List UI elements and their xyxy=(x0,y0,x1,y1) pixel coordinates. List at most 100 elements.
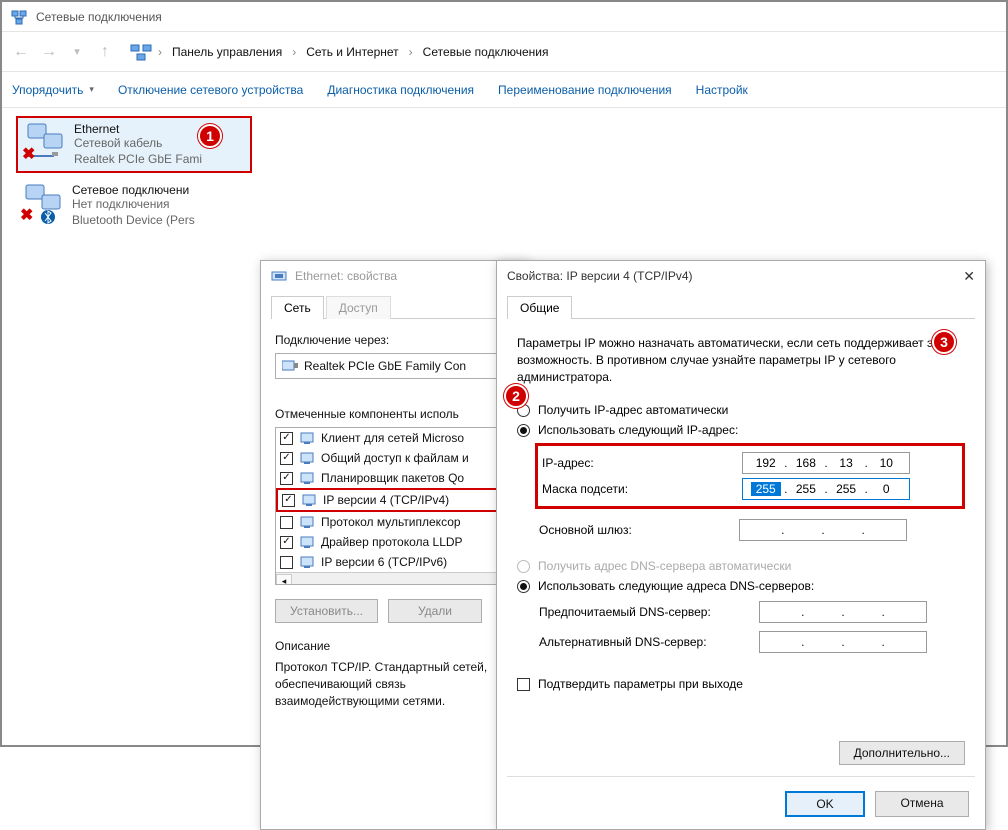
ip-octet: 13 xyxy=(831,456,861,470)
protocol-icon xyxy=(299,470,315,486)
connection-device: Bluetooth Device (Pers xyxy=(72,213,195,229)
nav-back-icon[interactable]: ← xyxy=(10,43,32,61)
component-row[interactable]: IP версии 6 (TCP/IPv6) xyxy=(276,552,512,572)
confirm-on-exit-checkbox[interactable]: Подтвердить параметры при выходе xyxy=(517,677,965,691)
breadcrumb-bar: ← → ▾ ↑ › Панель управления › Сеть и Инт… xyxy=(2,32,1006,72)
dialog-title: Свойства: IP версии 4 (TCP/IPv4) xyxy=(507,269,693,283)
component-name: Общий доступ к файлам и xyxy=(321,451,469,465)
toolbar: Упорядочить Отключение сетевого устройст… xyxy=(2,72,1006,108)
radio-label: Использовать следующие адреса DNS-сервер… xyxy=(538,579,814,593)
tabs: Сеть Доступ xyxy=(271,295,517,319)
checkbox-icon[interactable] xyxy=(280,536,293,549)
checkbox-icon[interactable] xyxy=(282,494,295,507)
connection-device: Realtek PCIe GbE Fami xyxy=(74,152,202,168)
checkbox-icon[interactable] xyxy=(280,516,293,529)
dialog-titlebar: Ethernet: свойства xyxy=(261,261,527,291)
component-row[interactable]: Общий доступ к файлам и xyxy=(276,448,512,468)
subnet-mask-input[interactable]: 255. 255. 255. 0 xyxy=(742,478,910,500)
scroll-left-icon[interactable]: ◂ xyxy=(276,574,292,586)
ip-fields-highlight: IP-адрес: 192. 168. 13. 10 Маска подсети… xyxy=(535,443,965,509)
window-title: Сетевые подключения xyxy=(36,10,162,24)
settings-button[interactable]: Настройк xyxy=(696,83,748,97)
radio-manual-ip[interactable]: Использовать следующий IP-адрес: xyxy=(517,423,965,437)
install-button[interactable]: Установить... xyxy=(275,599,378,623)
ip-octet: 168 xyxy=(791,456,821,470)
checkbox-icon[interactable] xyxy=(280,452,293,465)
nav-history-icon[interactable]: ▾ xyxy=(66,45,88,58)
uninstall-button[interactable]: Удали xyxy=(388,599,482,623)
disable-device-button[interactable]: Отключение сетевого устройства xyxy=(118,83,303,97)
step-2-marker: 2 xyxy=(504,384,528,408)
connection-status: Нет подключения xyxy=(72,197,195,213)
protocol-icon xyxy=(299,430,315,446)
nav-up-icon[interactable]: ↑ xyxy=(94,43,116,61)
gateway-input[interactable]: . . . xyxy=(739,519,907,541)
network-icon xyxy=(10,8,28,26)
dns2-input[interactable]: . . . xyxy=(759,631,927,653)
radio-auto-ip[interactable]: Получить IP-адрес автоматически xyxy=(517,403,965,417)
radio-auto-dns: Получить адрес DNS-сервера автоматически xyxy=(517,559,965,573)
gateway-label: Основной шлюз: xyxy=(539,523,739,537)
protocol-icon xyxy=(299,534,315,550)
ip-octet: 255 xyxy=(751,482,781,496)
diagnose-button[interactable]: Диагностика подключения xyxy=(327,83,474,97)
nav-forward-icon[interactable]: → xyxy=(38,43,60,61)
adapter-field: Realtek PCIe GbE Family Con xyxy=(275,353,513,379)
dns1-input[interactable]: . . . xyxy=(759,601,927,623)
connection-bluetooth[interactable]: ✖ Сетевое подключени Нет подключения Blu… xyxy=(16,179,252,232)
ipv4-properties-dialog: Свойства: IP версии 4 (TCP/IPv4) ✕ Общие… xyxy=(496,260,986,830)
radio-label: Получить IP-адрес автоматически xyxy=(538,403,728,417)
checkbox-icon[interactable] xyxy=(280,432,293,445)
ethernet-properties-dialog: Ethernet: свойства Сеть Доступ Подключен… xyxy=(260,260,528,830)
error-x-icon: ✖ xyxy=(22,144,35,164)
tab-sharing[interactable]: Доступ xyxy=(326,296,391,319)
ip-octet: 255 xyxy=(831,482,861,496)
component-name: Планировщик пакетов Qo xyxy=(321,471,464,485)
ethernet-icon: ✖ xyxy=(22,122,66,164)
adapter-icon xyxy=(282,359,298,373)
component-name: IP версии 4 (TCP/IPv4) xyxy=(323,493,449,507)
ip-octet: 10 xyxy=(871,456,901,470)
ip-address-input[interactable]: 192. 168. 13. 10 xyxy=(742,452,910,474)
breadcrumb-root[interactable]: Панель управления xyxy=(168,43,286,61)
radio-label: Использовать следующий IP-адрес: xyxy=(538,423,738,437)
radio-manual-dns[interactable]: Использовать следующие адреса DNS-сервер… xyxy=(517,579,965,593)
breadcrumb-leaf[interactable]: Сетевые подключения xyxy=(419,43,553,61)
components-label: Отмеченные компоненты исполь xyxy=(275,407,513,421)
component-row[interactable]: Протокол мультиплексор xyxy=(276,512,512,532)
radio-icon xyxy=(517,424,530,437)
components-list[interactable]: Клиент для сетей Microso Общий доступ к ф… xyxy=(275,427,513,585)
tab-general[interactable]: Общие xyxy=(507,296,572,319)
checkbox-icon[interactable] xyxy=(280,556,293,569)
component-row[interactable]: Клиент для сетей Microso xyxy=(276,428,512,448)
h-scrollbar[interactable]: ◂ ▸ xyxy=(276,572,512,585)
explorer-titlebar: Сетевые подключения xyxy=(2,2,1006,32)
rename-button[interactable]: Переименование подключения xyxy=(498,83,672,97)
breadcrumb-category[interactable]: Сеть и Интернет xyxy=(302,43,402,61)
protocol-icon xyxy=(301,492,317,508)
close-icon[interactable]: ✕ xyxy=(963,268,975,285)
connect-via-label: Подключение через: xyxy=(275,333,513,347)
network-adapter-icon xyxy=(271,268,287,284)
subnet-mask-label: Маска подсети: xyxy=(542,482,742,496)
cancel-button[interactable]: Отмена xyxy=(875,791,969,817)
ok-button[interactable]: OK xyxy=(785,791,865,817)
chevron-right-icon: › xyxy=(292,45,296,59)
dns1-label: Предпочитаемый DNS-сервер: xyxy=(539,605,759,619)
component-row[interactable]: IP версии 4 (TCP/IPv4) xyxy=(276,488,512,512)
tabs: Общие xyxy=(507,295,975,319)
advanced-button[interactable]: Дополнительно... xyxy=(839,741,965,765)
protocol-icon xyxy=(299,450,315,466)
breadcrumb-root-icon xyxy=(130,43,152,61)
component-row[interactable]: Планировщик пакетов Qo xyxy=(276,468,512,488)
step-3-marker: 3 xyxy=(932,330,956,354)
tab-network[interactable]: Сеть xyxy=(271,296,324,319)
checkbox-icon[interactable] xyxy=(280,472,293,485)
organize-button[interactable]: Упорядочить xyxy=(12,83,94,97)
info-text: Параметры IP можно назначать автоматичес… xyxy=(517,335,965,385)
ip-octet: 255 xyxy=(791,482,821,496)
component-row[interactable]: Драйвер протокола LLDP xyxy=(276,532,512,552)
error-x-icon: ✖ xyxy=(20,205,33,225)
connection-name: Сетевое подключени xyxy=(72,183,195,197)
description-text: Протокол TCP/IP. Стандартный сетей, обес… xyxy=(275,659,513,709)
